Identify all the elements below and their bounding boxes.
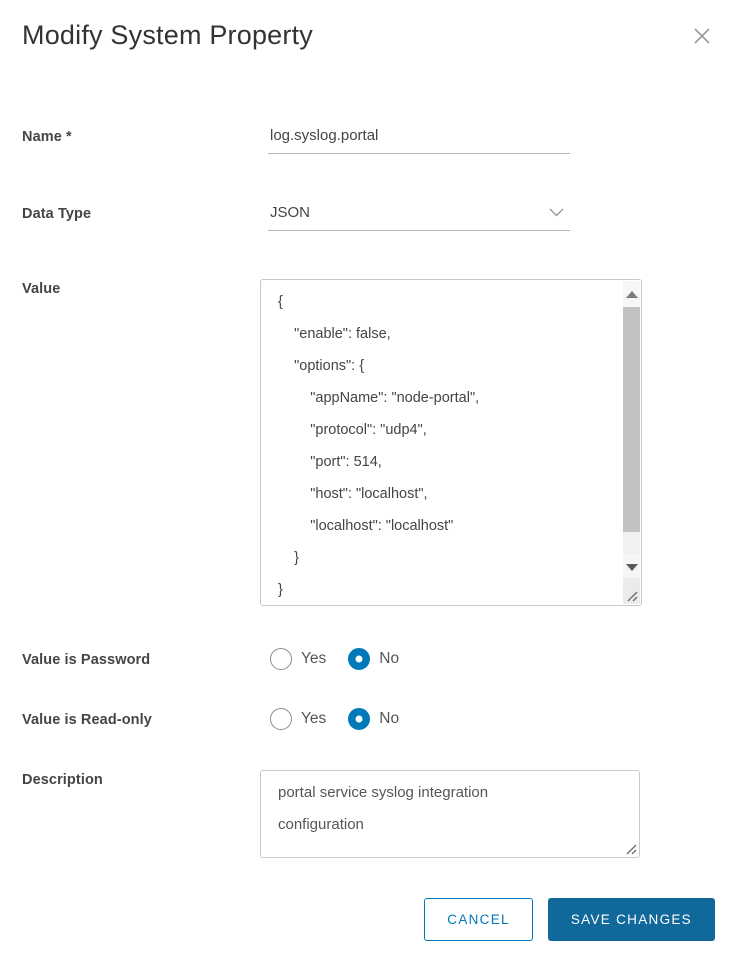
radio-selected-icon[interactable] [348, 648, 371, 670]
modify-system-property-dialog: Modify System Property Name * Data Type … [0, 0, 733, 941]
radio-selected-icon[interactable] [348, 708, 371, 730]
name-input[interactable] [268, 127, 570, 154]
dialog-footer: CANCEL SAVE CHANGES [22, 898, 716, 941]
scroll-up-icon [625, 290, 638, 298]
password-no-option[interactable]: No [348, 648, 399, 670]
data-type-label: Data Type [22, 206, 92, 222]
data-type-select[interactable]: JSON [268, 204, 570, 231]
scrollbar-thumb[interactable] [623, 307, 640, 532]
password-yes-option[interactable]: Yes [270, 648, 326, 670]
scrollbar-corner [623, 578, 640, 604]
value-is-password-label: Value is Password [22, 652, 151, 668]
value-is-password-radio-group: Yes No [270, 648, 399, 670]
description-label: Description [22, 772, 103, 788]
readonly-no-option[interactable]: No [348, 708, 399, 730]
radio-unselected-icon[interactable] [270, 648, 292, 670]
value-scrollbar[interactable] [623, 281, 640, 580]
value-is-readonly-label: Value is Read-only [22, 712, 152, 728]
dialog-header: Modify System Property [22, 20, 716, 51]
description-text: portal service syslog integration config… [278, 784, 489, 833]
value-textarea[interactable]: { "enable": false, "options": { "appName… [260, 279, 642, 606]
close-button[interactable] [688, 22, 716, 50]
value-label: Value [22, 281, 61, 297]
dialog-title: Modify System Property [22, 20, 313, 50]
description-row: Description portal service syslog integr… [22, 770, 716, 858]
save-changes-button[interactable]: SAVE CHANGES [547, 898, 715, 941]
name-row: Name * [22, 127, 716, 154]
resize-grip-icon[interactable] [625, 589, 638, 602]
description-textarea[interactable]: portal service syslog integration config… [260, 770, 640, 858]
scrollbar-track[interactable] [623, 307, 640, 554]
password-yes-label: Yes [301, 650, 327, 667]
password-no-label: No [379, 650, 400, 667]
cancel-button[interactable]: CANCEL [424, 898, 533, 941]
name-label: Name * [22, 129, 72, 145]
value-json-text: { "enable": false, "options": { "appName… [278, 294, 480, 598]
readonly-yes-option[interactable]: Yes [270, 708, 326, 730]
chevron-down-icon [549, 208, 564, 217]
radio-unselected-icon[interactable] [270, 708, 292, 730]
scroll-down-button[interactable] [623, 554, 640, 580]
data-type-value: JSON [270, 204, 311, 221]
data-type-row: Data Type JSON [22, 204, 716, 231]
value-is-readonly-row: Value is Read-only Yes No [22, 708, 716, 730]
value-row: Value { "enable": false, "options": { "a… [22, 279, 716, 606]
resize-grip-icon[interactable] [624, 842, 637, 855]
value-is-password-row: Value is Password Yes No [22, 648, 716, 670]
readonly-yes-label: Yes [301, 710, 327, 727]
scroll-down-icon [625, 563, 638, 571]
scroll-up-button[interactable] [623, 281, 640, 307]
value-is-readonly-radio-group: Yes No [270, 708, 399, 730]
close-icon [690, 28, 714, 51]
readonly-no-label: No [379, 710, 400, 727]
